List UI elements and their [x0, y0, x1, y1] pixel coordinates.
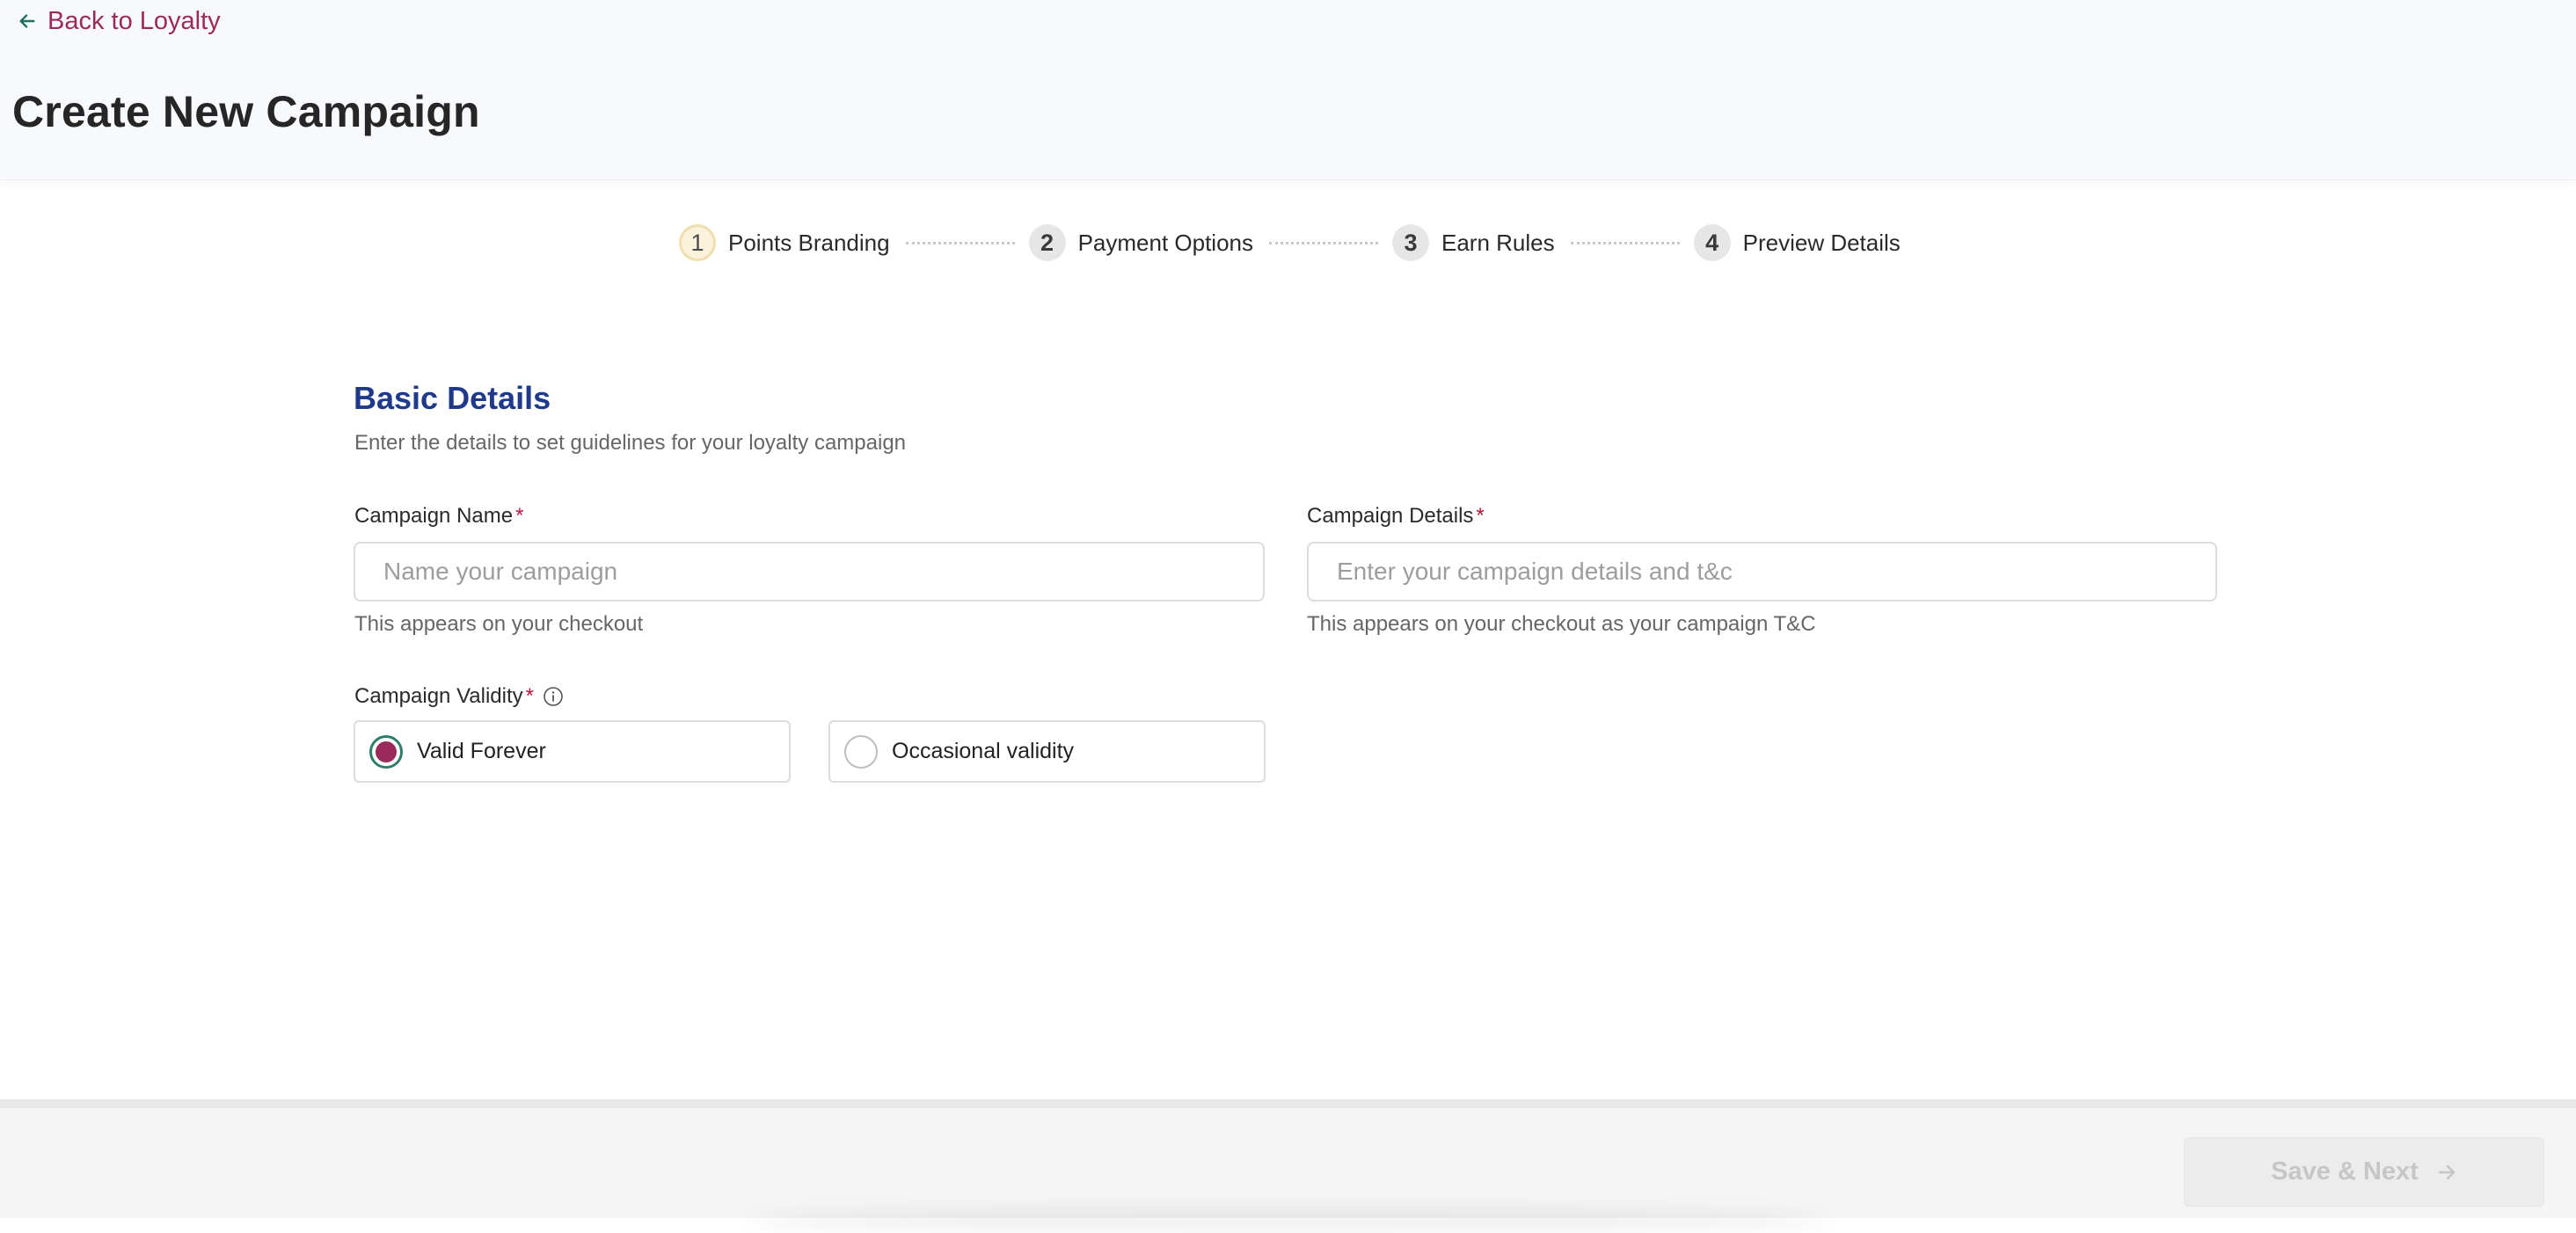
step-number: 1: [679, 224, 716, 261]
step-number: 4: [1693, 224, 1731, 261]
step-label: Earn Rules: [1441, 229, 1555, 256]
back-link-label: Back to Loyalty: [47, 6, 221, 35]
step-number: 2: [1028, 224, 1066, 261]
campaign-validity-label-text: Campaign Validity: [354, 684, 523, 708]
campaign-details-input[interactable]: [1307, 542, 2217, 602]
radio-label: Occasional validity: [892, 739, 1075, 763]
radio-dot: [376, 741, 397, 762]
radio-button-selected[interactable]: [369, 734, 403, 769]
page-title: Create New Campaign: [12, 87, 480, 136]
step-connector: [905, 241, 1015, 244]
section-title: Basic Details: [354, 380, 551, 416]
campaign-name-label: Campaign Name *: [354, 504, 523, 529]
campaign-details-label: Campaign Details *: [1307, 504, 1485, 529]
campaign-name-helper: This appears on your checkout: [354, 612, 644, 636]
step-preview-details[interactable]: 4 Preview Details: [1693, 224, 1901, 261]
step-points-branding[interactable]: 1 Points Branding: [679, 224, 890, 261]
back-to-loyalty-link[interactable]: Back to Loyalty: [18, 4, 221, 39]
campaign-details-helper: This appears on your checkout as your ca…: [1307, 612, 1816, 636]
step-label: Payment Options: [1077, 229, 1253, 256]
required-mark: *: [1476, 504, 1485, 528]
arrow-left-icon: [18, 11, 37, 31]
campaign-name-label-text: Campaign Name: [354, 504, 514, 528]
campaign-name-input[interactable]: [354, 542, 1265, 602]
arrow-right-icon: [2436, 1162, 2457, 1183]
save-button-label: Save & Next: [2271, 1157, 2419, 1186]
radio-label: Valid Forever: [417, 739, 546, 763]
radio-button[interactable]: [844, 734, 878, 769]
validity-option-valid-forever[interactable]: Valid Forever: [354, 720, 791, 783]
validity-option-occasional[interactable]: Occasional validity: [828, 720, 1266, 783]
page-header: Back to Loyalty Create New Campaign: [0, 0, 2576, 180]
step-connector: [1570, 241, 1680, 244]
step-payment-options[interactable]: 2 Payment Options: [1028, 224, 1253, 261]
step-number: 3: [1392, 224, 1429, 261]
step-connector: [1269, 241, 1378, 244]
campaign-validity-label: Campaign Validity *: [354, 684, 564, 709]
info-icon[interactable]: [543, 686, 564, 707]
step-label: Preview Details: [1742, 229, 1901, 256]
step-label: Points Branding: [728, 229, 890, 256]
required-mark: *: [515, 504, 524, 528]
required-mark: *: [525, 684, 534, 708]
footer-shadow: [748, 1207, 1829, 1233]
section-subtitle: Enter the details to set guidelines for …: [354, 431, 907, 455]
campaign-details-label-text: Campaign Details: [1307, 504, 1474, 528]
save-and-next-button[interactable]: Save & Next: [2184, 1137, 2544, 1207]
step-earn-rules[interactable]: 3 Earn Rules: [1392, 224, 1555, 261]
progress-stepper: 1 Points Branding 2 Payment Options 3 Ea…: [679, 222, 1901, 264]
